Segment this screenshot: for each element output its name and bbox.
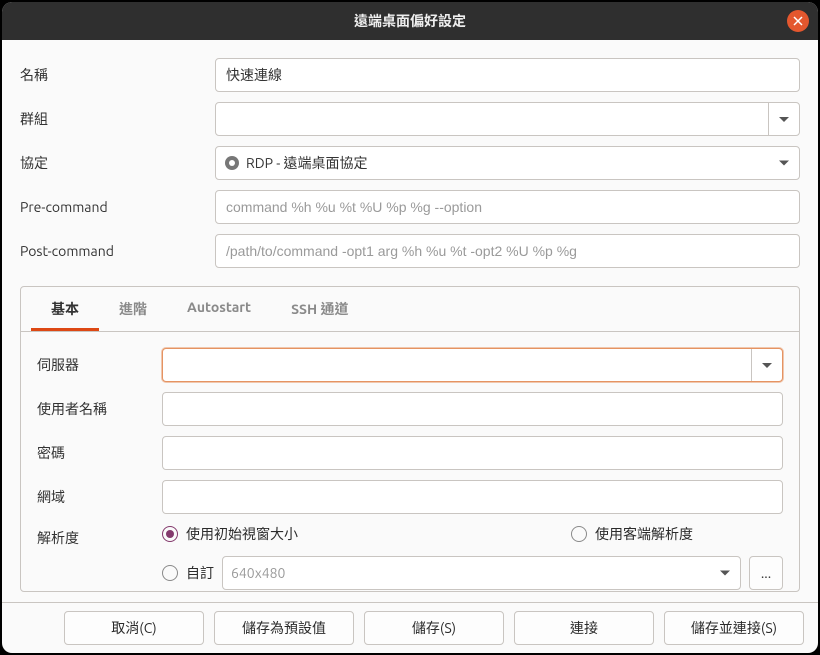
resolution-custom-radio[interactable]: 自訂 <box>162 563 214 583</box>
name-input[interactable] <box>215 58 800 92</box>
tab-bar: 基本 進階 Autostart SSH 通道 <box>21 287 799 332</box>
chevron-down-icon <box>762 363 772 368</box>
notebook: 基本 進階 Autostart SSH 通道 伺服器 使用者名稱 <box>20 286 800 592</box>
password-label: 密碼 <box>37 443 162 463</box>
dialog-window: 遠端桌面偏好設定 名稱 群組 協定 <box>2 2 818 653</box>
server-drop-button[interactable] <box>751 349 782 381</box>
resolution-custom-label: 自訂 <box>186 563 214 583</box>
chevron-down-icon <box>720 571 730 576</box>
save-connect-button[interactable]: 儲存並連接(S) <box>664 611 804 645</box>
tab-advanced[interactable]: 進階 <box>99 287 167 331</box>
username-input[interactable] <box>162 392 783 426</box>
tab-basic-page: 伺服器 使用者名稱 密碼 網域 <box>21 332 799 591</box>
domain-input[interactable] <box>162 480 783 514</box>
window-title: 遠端桌面偏好設定 <box>354 13 466 29</box>
name-label: 名稱 <box>20 65 215 85</box>
radio-icon <box>162 526 178 542</box>
protocol-value: RDP - 遠端桌面協定 <box>246 153 367 173</box>
resolution-custom-combo[interactable]: 640x480 <box>222 556 741 590</box>
protocol-combo[interactable]: RDP - 遠端桌面協定 <box>215 146 800 180</box>
footer-buttons: 取消(C) 儲存為預設值 儲存(S) 連接 儲存並連接(S) <box>2 602 818 653</box>
tab-basic[interactable]: 基本 <box>31 287 99 331</box>
password-input[interactable] <box>162 436 783 470</box>
save-button[interactable]: 儲存(S) <box>364 611 504 645</box>
resolution-initial-label: 使用初始視窗大小 <box>186 524 298 544</box>
resolution-client-radio[interactable]: 使用客端解析度 <box>571 524 693 544</box>
resolution-more-button[interactable]: ... <box>749 556 783 590</box>
radio-icon <box>162 565 178 581</box>
group-input[interactable] <box>216 103 768 135</box>
chevron-down-icon <box>779 117 789 122</box>
group-label: 群組 <box>20 109 215 129</box>
precommand-label: Pre-command <box>20 199 215 215</box>
resolution-initial-radio[interactable]: 使用初始視窗大小 <box>162 524 298 544</box>
precommand-input[interactable] <box>215 190 800 224</box>
rdp-icon <box>224 155 240 171</box>
titlebar: 遠端桌面偏好設定 <box>2 2 818 40</box>
postcommand-input[interactable] <box>215 234 800 268</box>
server-label: 伺服器 <box>37 355 162 375</box>
server-input[interactable] <box>163 349 751 381</box>
domain-label: 網域 <box>37 487 162 507</box>
username-label: 使用者名稱 <box>37 399 162 419</box>
resolution-custom-value: 640x480 <box>231 565 285 581</box>
chevron-down-icon <box>779 161 789 166</box>
cancel-button[interactable]: 取消(C) <box>64 611 204 645</box>
tab-ssh[interactable]: SSH 通道 <box>271 287 368 331</box>
radio-icon <box>571 526 587 542</box>
server-combo[interactable] <box>162 348 783 382</box>
close-icon <box>793 16 803 26</box>
save-default-button[interactable]: 儲存為預設值 <box>214 611 354 645</box>
resolution-client-label: 使用客端解析度 <box>595 524 693 544</box>
connect-button[interactable]: 連接 <box>514 611 654 645</box>
postcommand-label: Post-command <box>20 243 215 259</box>
ellipsis-icon: ... <box>761 565 771 581</box>
group-drop-button[interactable] <box>768 103 799 135</box>
tab-autostart[interactable]: Autostart <box>167 287 271 331</box>
protocol-label: 協定 <box>20 153 215 173</box>
close-button[interactable] <box>787 10 809 32</box>
content-area: 名稱 群組 協定 RDP - 遠端桌面協定 Pre-comm <box>2 40 818 602</box>
resolution-label: 解析度 <box>37 524 162 548</box>
group-combo[interactable] <box>215 102 800 136</box>
